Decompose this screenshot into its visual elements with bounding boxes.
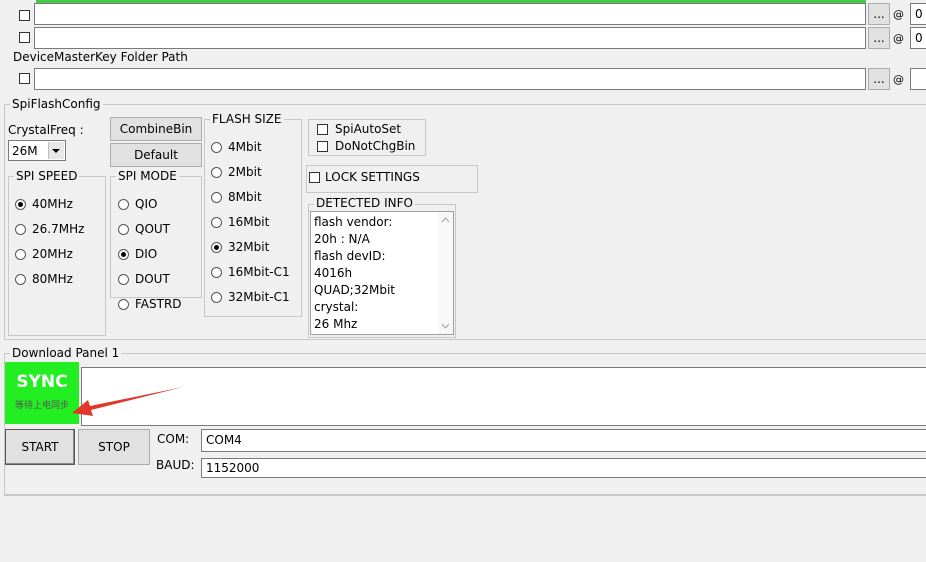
spi-speed-label-1: 26.7MHz — [32, 222, 85, 236]
path-row-1-checkbox[interactable] — [19, 10, 30, 21]
start-button[interactable]: START — [5, 429, 75, 465]
do-not-chg-bin-label: DoNotChgBin — [335, 139, 416, 153]
download-log-output[interactable] — [81, 367, 926, 426]
devmaster-path-input[interactable] — [34, 68, 866, 90]
sync-status-subtitle: 等待上电同步 — [14, 401, 69, 411]
lock-settings-label: LOCK SETTINGS — [325, 170, 420, 184]
detected-info-line: 26 Mhz — [314, 317, 358, 331]
devmaster-browse-button[interactable]: ... — [868, 68, 890, 90]
com-label: COM: — [157, 432, 190, 446]
spi-auto-set-checkbox[interactable] — [317, 124, 328, 135]
stop-button[interactable]: STOP — [78, 429, 150, 465]
path-row-2-browse-button[interactable]: ... — [868, 27, 890, 49]
do-not-chg-bin-checkbox[interactable] — [317, 141, 328, 152]
detected-info-title: DETECTED INFO — [314, 196, 415, 210]
spi-mode-label-0: QIO — [135, 197, 158, 211]
flash-size-label-6: 32Mbit-C1 — [228, 290, 290, 304]
baud-label: BAUD: — [156, 458, 195, 472]
spi-mode-title: SPI MODE — [116, 169, 179, 183]
spi-auto-set-label: SpiAutoSet — [335, 122, 402, 136]
path-row-2-checkbox[interactable] — [19, 32, 30, 43]
path-row-1-input[interactable] — [34, 3, 866, 25]
spi-mode-radio-3[interactable] — [118, 274, 129, 285]
crystal-freq-value: 26M — [12, 144, 38, 158]
detected-info-textarea[interactable]: flash vendor: 20h : N/A flash devID: 4016h Q… — [310, 211, 454, 335]
flash-size-radio-5[interactable] — [211, 267, 222, 278]
detected-info-line: flash devID: — [314, 249, 386, 263]
spi-speed-label-2: 20MHz — [32, 247, 73, 261]
devmaster-checkbox[interactable] — [19, 73, 30, 84]
path-row-1-offset-value: 0 — [915, 7, 923, 21]
spi-flash-config-title: SpiFlashConfig — [10, 97, 103, 111]
default-button[interactable]: Default — [110, 143, 202, 167]
detected-info-line: QUAD;32Mbit — [314, 283, 395, 297]
path-row-1-browse-button[interactable]: ... — [868, 3, 890, 25]
spi-mode-label-1: QOUT — [135, 222, 171, 236]
path-row-1-at: @ — [893, 8, 904, 21]
spi-mode-radio-4[interactable] — [118, 299, 129, 310]
spi-speed-radio-2[interactable] — [15, 249, 26, 260]
spi-mode-radio-1[interactable] — [118, 224, 129, 235]
path-row-2-offset[interactable]: 0 — [910, 27, 926, 49]
com-port-value: COM4 — [206, 433, 242, 447]
spi-mode-label-2: DIO — [135, 247, 158, 261]
flash-size-radio-3[interactable] — [211, 217, 222, 228]
flash-size-label-0: 4Mbit — [228, 140, 262, 154]
download-panel-title: Download Panel 1 — [10, 346, 122, 360]
flash-size-label-5: 16Mbit-C1 — [228, 265, 290, 279]
flash-size-title: FLASH SIZE — [210, 112, 284, 126]
chevron-down-icon[interactable] — [48, 142, 64, 159]
spi-mode-radio-0[interactable] — [118, 199, 129, 210]
spi-mode-radio-2[interactable] — [118, 249, 129, 260]
spi-speed-radio-1[interactable] — [15, 224, 26, 235]
devmaster-label: DeviceMasterKey Folder Path — [13, 50, 188, 64]
path-row-2-offset-value: 0 — [915, 31, 923, 45]
flash-size-radio-1[interactable] — [211, 167, 222, 178]
crystal-freq-select[interactable]: 26M — [8, 140, 66, 161]
flash-size-radio-6[interactable] — [211, 292, 222, 303]
sync-status-title: SYNC — [16, 372, 68, 392]
com-port-input[interactable]: COM4 — [201, 429, 926, 452]
path-row-2-at: @ — [893, 32, 904, 45]
flash-size-label-2: 8Mbit — [228, 190, 262, 204]
flash-size-radio-0[interactable] — [211, 142, 222, 153]
scroll-down-icon[interactable] — [438, 320, 453, 332]
lock-settings-checkbox[interactable] — [309, 172, 320, 183]
baud-rate-value: 1152000 — [206, 461, 260, 475]
devmaster-at: @ — [893, 73, 904, 86]
detected-info-line: flash vendor: — [314, 215, 393, 229]
detected-info-line: 4016h — [314, 266, 353, 280]
flash-size-radio-2[interactable] — [211, 192, 222, 203]
spi-mode-label-3: DOUT — [135, 272, 170, 286]
spi-speed-radio-0[interactable] — [15, 199, 26, 210]
spi-speed-title: SPI SPEED — [14, 169, 80, 183]
path-row-1-offset[interactable]: 0 — [910, 3, 926, 25]
detected-info-line: 20h : N/A — [314, 232, 370, 246]
spi-mode-label-4: FASTRD — [135, 297, 182, 311]
flash-size-label-1: 2Mbit — [228, 165, 262, 179]
spi-speed-radio-3[interactable] — [15, 274, 26, 285]
baud-rate-input[interactable]: 1152000 — [201, 458, 926, 478]
scroll-up-icon[interactable] — [438, 214, 453, 226]
combine-bin-button[interactable]: CombineBin — [110, 117, 202, 141]
flash-size-label-4: 32Mbit — [228, 240, 270, 254]
path-row-2-input[interactable] — [34, 27, 866, 49]
spi-speed-label-0: 40MHz — [32, 197, 73, 211]
devmaster-offset[interactable] — [910, 68, 926, 90]
flash-size-radio-4[interactable] — [211, 242, 222, 253]
spi-speed-label-3: 80MHz — [32, 272, 73, 286]
info-scrollbar[interactable] — [438, 212, 453, 334]
detected-info-line: crystal: — [314, 300, 359, 314]
crystal-freq-label: CrystalFreq : — [8, 123, 84, 137]
sync-status-box: SYNC 等待上电同步 — [5, 362, 79, 424]
flash-size-label-3: 16Mbit — [228, 215, 270, 229]
bottom-divider — [4, 495, 926, 496]
